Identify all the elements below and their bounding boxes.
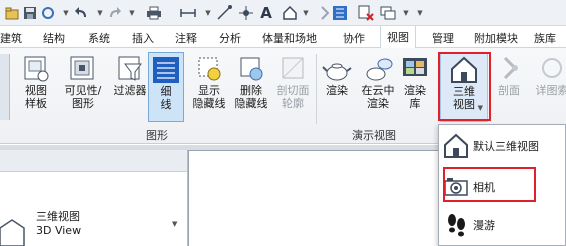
- dimension-icon[interactable]: [216, 5, 232, 21]
- callout-icon: [542, 58, 562, 78]
- camera-highlight-box: [443, 167, 536, 202]
- switch-windows-icon[interactable]: [380, 5, 396, 21]
- section-quick-icon[interactable]: [314, 5, 330, 21]
- tab-systems[interactable]: 系统: [88, 30, 110, 46]
- visibility-graphics-button[interactable]: 可见性/图形: [60, 54, 106, 110]
- default-3d-house-icon: [444, 133, 468, 158]
- print-icon[interactable]: [146, 5, 162, 21]
- visibility-graphics-line1: 可见性/: [64, 84, 102, 97]
- section-icon: [503, 56, 518, 80]
- ribbon-overflow-edge: [0, 54, 10, 120]
- tab-massing-site[interactable]: 体量和场地: [262, 30, 317, 46]
- view-templates-button[interactable]: 视图 样板: [16, 54, 56, 110]
- measure-dropdown-icon[interactable]: ▼: [200, 5, 216, 21]
- cut-profile-line1: 剖切面: [276, 84, 310, 97]
- drawing-area[interactable]: [188, 150, 438, 246]
- type-selector-name-en: 3D View: [36, 224, 82, 237]
- spot-icon[interactable]: [238, 5, 254, 21]
- tab-insert[interactable]: 插入: [132, 30, 154, 46]
- close-hidden-windows-icon[interactable]: [358, 5, 374, 21]
- type-preview-icon: [0, 190, 30, 246]
- tab-analyze[interactable]: 分析: [219, 30, 241, 46]
- undo-icon[interactable]: [74, 5, 90, 21]
- cut-profile-icon: [282, 57, 304, 79]
- visibility-graphics-icon: [70, 56, 94, 80]
- render-gallery-button[interactable]: 渲染库: [398, 54, 432, 110]
- footprints-icon: [448, 214, 465, 237]
- filters-button[interactable]: 过滤器: [108, 54, 152, 97]
- redo-icon[interactable]: [106, 5, 122, 21]
- render-in-cloud-button[interactable]: 在云中 渲染: [358, 54, 398, 110]
- thin-lines-icon: [153, 57, 179, 83]
- cloud-render-icon: [366, 58, 393, 81]
- tab-architecture[interactable]: 建筑: [0, 30, 22, 46]
- tab-view[interactable]: 视图: [380, 26, 416, 49]
- render-button[interactable]: 渲染: [320, 54, 354, 97]
- thin-lines-line2: 线: [160, 98, 172, 111]
- remove-hidden-lines-button[interactable]: 删除 隐藏线: [230, 54, 272, 110]
- show-hidden-lines-icon: [198, 57, 221, 81]
- 3d-view-highlight-box: [438, 52, 491, 121]
- 3d-dropdown-icon[interactable]: ▼: [298, 5, 314, 21]
- view-templates-line1: 视图: [25, 84, 47, 97]
- walkthrough-item[interactable]: 漫游: [439, 207, 566, 243]
- redo-dropdown-icon[interactable]: ▼: [124, 5, 140, 21]
- customize-toolbar-icon[interactable]: ▼: [412, 5, 428, 21]
- type-selector-name: 三维视图: [36, 210, 80, 223]
- visibility-graphics-line2: 图形: [72, 97, 94, 110]
- panel-separator: [316, 54, 317, 124]
- default-3d-view-item[interactable]: 默认三维视图: [439, 128, 566, 164]
- 3d-view-quick-icon[interactable]: [282, 5, 298, 21]
- open-icon[interactable]: [4, 5, 20, 21]
- sync-icon[interactable]: [40, 5, 56, 21]
- section-label: 剖面: [498, 84, 520, 97]
- render-gallery-icon: [403, 58, 427, 76]
- remove-hidden-lines-icon: [240, 57, 263, 81]
- callout-button[interactable]: 详图索: [532, 54, 566, 97]
- text-icon[interactable]: A: [258, 4, 274, 22]
- render-gallery-line1: 渲染: [404, 84, 426, 97]
- view-template-icon: [24, 56, 49, 82]
- callout-label: 详图索: [535, 84, 566, 97]
- view-templates-line2: 样板: [25, 97, 47, 110]
- properties-palette: 三维视图 3D View ▼: [0, 150, 188, 246]
- quick-access-toolbar: ▼ ▼ ▼ ▼ A ▼ ▼ ▼: [0, 0, 566, 26]
- tab-manage[interactable]: 管理: [432, 30, 454, 46]
- show-hidden-lines-line2: 隐藏线: [192, 97, 226, 110]
- thin-lines-line1: 细: [160, 85, 172, 98]
- section-button[interactable]: 剖面: [492, 54, 526, 97]
- dropdown-arrow-icon[interactable]: ▼: [58, 5, 74, 21]
- graphics-panel-title: 图形: [146, 129, 168, 142]
- remove-hidden-lines-line2: 隐藏线: [234, 97, 268, 110]
- type-selector-dropdown-icon[interactable]: ▼: [172, 220, 177, 228]
- thin-lines-quick-icon[interactable]: [332, 5, 348, 21]
- render-in-cloud-line1: 在云中: [361, 84, 395, 97]
- cut-profile-button[interactable]: 剖切面 轮廓: [272, 54, 314, 110]
- tab-structure[interactable]: 结构: [43, 30, 65, 46]
- render-label: 渲染: [326, 84, 348, 97]
- tab-add-ins[interactable]: 附加模块: [474, 30, 518, 46]
- teapot-icon: [322, 63, 352, 81]
- measure-icon[interactable]: [180, 5, 196, 21]
- filters-label: 过滤器: [113, 84, 147, 97]
- show-hidden-lines-button[interactable]: 显示 隐藏线: [188, 54, 230, 110]
- tab-collaborate[interactable]: 协作: [343, 30, 365, 46]
- properties-palette-header: [0, 150, 187, 172]
- filter-icon: [118, 56, 142, 81]
- thin-lines-button[interactable]: 细线: [148, 52, 184, 122]
- save-icon[interactable]: [22, 5, 38, 21]
- walkthrough-label: 漫游: [473, 219, 495, 232]
- ribbon-tabs: 建筑 结构 系统 插入 注释 分析 体量和场地 协作 视图 管理 附加模块 族库: [0, 26, 566, 49]
- default-3d-view-label: 默认三维视图: [473, 140, 539, 153]
- show-hidden-lines-line1: 显示: [198, 84, 220, 97]
- remove-hidden-lines-line1: 删除: [240, 84, 262, 97]
- cut-profile-line2: 轮廓: [282, 97, 304, 110]
- tab-family-library[interactable]: 族库: [534, 30, 556, 46]
- render-gallery-line2: 库: [409, 97, 421, 110]
- render-in-cloud-line2: 渲染: [367, 97, 389, 110]
- presentation-panel-title: 演示视图: [352, 129, 396, 142]
- tab-annotate[interactable]: 注释: [175, 30, 197, 46]
